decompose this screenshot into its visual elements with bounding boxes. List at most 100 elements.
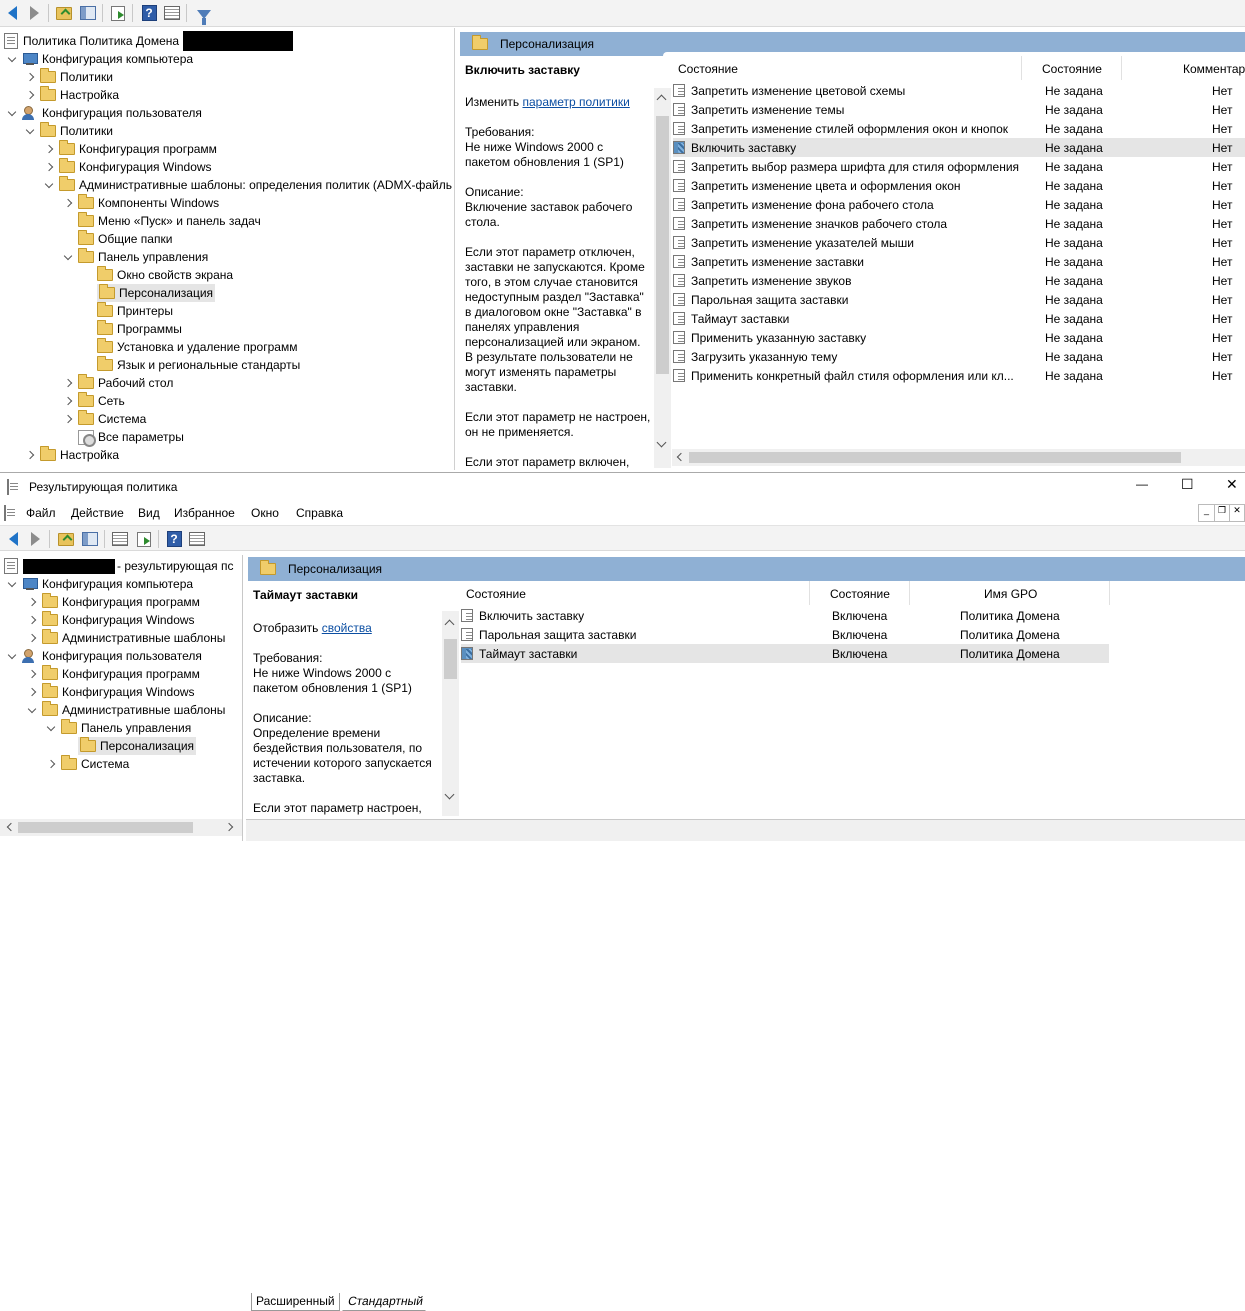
tree-item-admin-templates[interactable]: Административные шаблоны: определения по… [43, 176, 452, 194]
chevron-down-icon[interactable] [6, 650, 18, 662]
chevron-right-icon[interactable] [26, 668, 38, 680]
show-hide-tree-icon[interactable] [80, 529, 100, 549]
back-icon[interactable] [2, 3, 22, 23]
tree-item-shared-folders[interactable]: Общие папки [62, 230, 172, 248]
column-header-gpo[interactable]: Имя GPO [984, 587, 1037, 601]
rsop-title-bar[interactable]: Результирующая политика — ☐ ✕ [0, 473, 1245, 501]
policy-row[interactable]: Включить заставку Не задана Нет [673, 138, 1245, 157]
edit-policy-link[interactable]: параметр политики [522, 95, 629, 109]
chevron-right-icon[interactable] [62, 413, 74, 425]
rsop-policy-row[interactable]: Включить заставку Включена Политика Домена [461, 606, 1109, 625]
policy-row[interactable]: Запретить изменение цвета и оформления о… [673, 176, 1245, 195]
chevron-right-icon[interactable] [62, 377, 74, 389]
tree-item-user-software-settings[interactable]: Конфигурация программ [26, 665, 200, 683]
chevron-down-icon[interactable] [6, 53, 18, 65]
scroll-thumb[interactable] [444, 639, 457, 679]
policy-row[interactable]: Таймаут заставки Не задана Нет [673, 309, 1245, 328]
properties-icon[interactable] [110, 529, 130, 549]
chevron-down-icon[interactable] [26, 704, 38, 716]
chevron-right-icon[interactable] [26, 632, 38, 644]
column-header-state[interactable]: Состояние [1042, 62, 1102, 76]
mdi-close-button[interactable]: ✕ [1229, 505, 1244, 521]
tree-item-all-settings[interactable]: Все параметры [62, 428, 184, 447]
chevron-right-icon[interactable] [26, 614, 38, 626]
tree-item-computer-config[interactable]: Конфигурация компьютера [6, 50, 193, 68]
mdi-restore-button[interactable]: ❐ [1214, 505, 1229, 521]
policy-row[interactable]: Запретить изменение стилей оформления ок… [673, 119, 1245, 138]
chevron-right-icon[interactable] [45, 758, 57, 770]
tree-item-software-settings[interactable]: Конфигурация программ [26, 593, 200, 611]
forward-icon[interactable] [25, 529, 45, 549]
tree-item-windows-components[interactable]: Компоненты Windows [62, 194, 219, 212]
tree-item-preferences[interactable]: Настройка [24, 86, 119, 104]
tree-item-software-settings[interactable]: Конфигурация программ [43, 140, 217, 158]
policy-row[interactable]: Запретить изменение цветовой схемы Не зад… [673, 81, 1245, 100]
tree-item-computer-config[interactable]: Конфигурация компьютера [6, 575, 193, 593]
scroll-up-icon[interactable] [656, 94, 667, 105]
scroll-left-icon[interactable] [6, 822, 16, 832]
show-hide-tree-icon[interactable] [78, 3, 98, 23]
tree-root[interactable]: Политика Политика Домена [4, 31, 294, 51]
column-header-comment[interactable]: Комментар [1183, 62, 1245, 76]
chevron-right-icon[interactable] [62, 395, 74, 407]
tree-item-network[interactable]: Сеть [62, 392, 125, 410]
back-icon[interactable] [3, 529, 23, 549]
up-folder-icon[interactable] [56, 529, 76, 549]
tree-item-personalization[interactable]: Персонализация [78, 737, 197, 755]
minimize-button[interactable]: — [1136, 477, 1148, 491]
export-list-icon[interactable] [134, 529, 154, 549]
chevron-down-icon[interactable] [45, 722, 57, 734]
up-folder-icon[interactable] [54, 3, 74, 23]
tree-item-desktop[interactable]: Рабочий стол [62, 374, 173, 392]
show-properties-link[interactable]: свойства [322, 621, 372, 635]
tree-root[interactable]: - результирующая пс [4, 557, 233, 575]
tree-item-system[interactable]: Система [45, 755, 129, 773]
policy-row[interactable]: Загрузить указанную тему Не задана Нет [673, 347, 1245, 366]
menu-window[interactable]: Окно [251, 506, 279, 520]
tree-item-user-config[interactable]: Конфигурация пользователя [6, 647, 202, 665]
tree-item-programs[interactable]: Программы [81, 320, 182, 338]
chevron-right-icon[interactable] [43, 143, 55, 155]
chevron-down-icon[interactable] [6, 107, 18, 119]
scroll-left-icon[interactable] [676, 452, 686, 462]
tab-standard[interactable]: Стандартный [342, 1293, 429, 1311]
description-scrollbar[interactable] [442, 611, 459, 816]
maximize-button[interactable]: ☐ [1181, 476, 1194, 493]
forward-icon[interactable] [24, 3, 44, 23]
scroll-thumb[interactable] [689, 452, 1181, 463]
policy-row[interactable]: Применить указанную заставку Не задана Нет [673, 328, 1245, 347]
column-header-name[interactable]: Состояние [678, 62, 738, 76]
close-button[interactable]: ✕ [1226, 476, 1238, 493]
scroll-up-icon[interactable] [444, 619, 455, 630]
tree-item-personalization[interactable]: Персонализация [97, 284, 216, 302]
policy-row[interactable]: Запретить изменение фона рабочего стола Н… [673, 195, 1245, 214]
policy-row[interactable]: Запретить изменение темы Не задана Нет [673, 100, 1245, 119]
rsop-policy-row[interactable]: Таймаут заставки Включена Политика Домена [461, 644, 1109, 663]
policy-row[interactable]: Парольная защита заставки Не задана Нет [673, 290, 1245, 309]
mmc-view-icon[interactable] [187, 529, 207, 549]
mdi-minimize-button[interactable]: _ [1199, 505, 1214, 521]
menu-action[interactable]: Действие [71, 506, 124, 520]
tree-item-user-windows-settings[interactable]: Конфигурация Windows [26, 683, 195, 701]
scroll-thumb[interactable] [656, 116, 669, 374]
chevron-right-icon[interactable] [43, 161, 55, 173]
menu-help[interactable]: Справка [296, 506, 343, 520]
policy-row[interactable]: Запретить изменение заставки Не задана Нет [673, 252, 1245, 271]
tree-item-system[interactable]: Система [62, 410, 146, 428]
chevron-right-icon[interactable] [24, 449, 36, 461]
chevron-down-icon[interactable] [6, 578, 18, 590]
rsop-tree-hscroll[interactable] [0, 819, 242, 836]
tree-item-policies[interactable]: Политики [24, 68, 113, 86]
tab-extended[interactable]: Расширенный [251, 1293, 340, 1311]
chevron-right-icon[interactable] [26, 596, 38, 608]
help-icon[interactable]: ? [164, 529, 184, 549]
policy-list-hscroll[interactable] [672, 449, 1245, 466]
policy-row[interactable]: Запретить выбор размера шрифта для стиля… [673, 157, 1245, 176]
export-list-icon[interactable] [108, 3, 128, 23]
rsop-policy-row[interactable]: Парольная защита заставки Включена Политик… [461, 625, 1109, 644]
chevron-right-icon[interactable] [24, 71, 36, 83]
tree-item-user-config[interactable]: Конфигурация пользователя [6, 104, 202, 122]
policy-row[interactable]: Запретить изменение звуков Не задана Нет [673, 271, 1245, 290]
chevron-down-icon[interactable] [62, 251, 74, 263]
menu-app-icon[interactable] [4, 505, 6, 521]
